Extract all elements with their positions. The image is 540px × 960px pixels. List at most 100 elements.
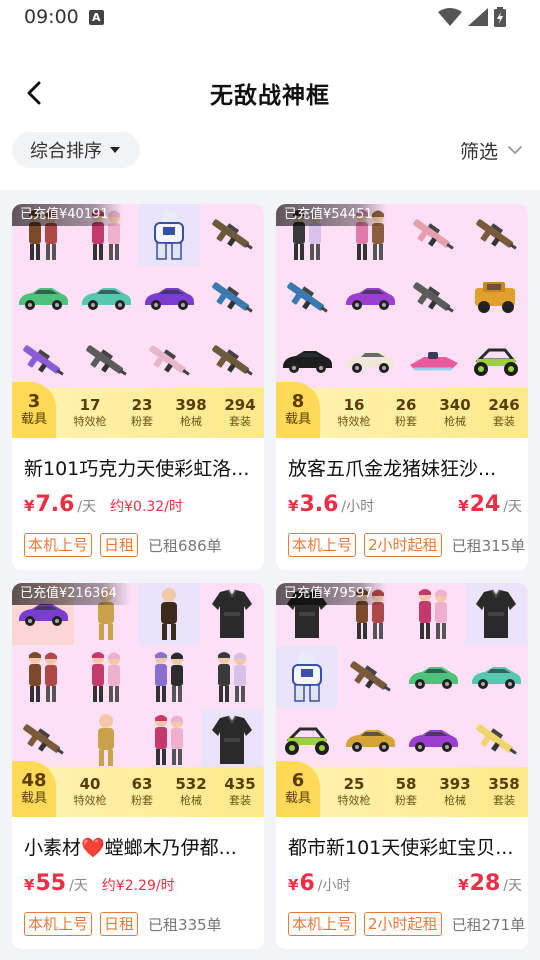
chevron-left-icon (27, 81, 41, 105)
rented-count: 已租271单 (451, 915, 526, 934)
vehicle-count-label: 载具 (20, 791, 47, 806)
rented-count: 已租335单 (148, 915, 222, 934)
inventory-thumb (465, 330, 527, 392)
inventory-thumb (276, 646, 338, 708)
rental-tag: 本机上号 (288, 533, 357, 557)
pink-outfit-count: 58 粉套 (381, 775, 431, 809)
effect-gun-count: 25 特效枪 (329, 775, 379, 809)
sports-car-icon (79, 284, 133, 312)
price-row: ¥6/小时 ¥28/天 (288, 871, 522, 901)
price-unit: /天 (77, 499, 97, 515)
card-thumbnail-grid[interactable]: 已充值¥54451 8 载具 16 特效枪 26 粉套 340 枪械 246 套装 (276, 204, 528, 438)
price-amount: 7.6 (35, 492, 75, 517)
wifi-icon (438, 8, 462, 26)
price-primary: ¥55/天 约¥2.29/时 (24, 871, 175, 896)
currency-symbol: ¥ (288, 497, 299, 515)
stat-number: 40 (79, 775, 101, 793)
character-icon (154, 586, 184, 642)
vehicle-count: 6 载具 (276, 761, 320, 817)
character-duo-icon (82, 649, 130, 705)
rented-count: 已租686单 (148, 536, 222, 555)
gun-count: 393 枪械 (430, 775, 480, 809)
effect-gun-count: 16 特效枪 (329, 396, 379, 430)
recharge-badge: 已充值¥79597 (276, 583, 387, 605)
jeep-icon (469, 280, 523, 316)
rental-tag: 2小时起租 (364, 533, 442, 557)
sports-car-icon (343, 347, 397, 375)
rental-tag: 本机上号 (24, 533, 93, 557)
inventory-thumb (138, 709, 200, 771)
listing-title[interactable]: 新101巧克力天使彩虹洛... (24, 454, 258, 481)
stat-label: 粉套 (395, 794, 417, 807)
rifle-icon (207, 278, 257, 318)
listing-card[interactable]: 已充值¥54451 8 载具 16 特效枪 26 粉套 340 枪械 246 套装 放客五爪金龙猪妹狂… (276, 204, 528, 570)
hourly-estimate: 约¥2.29/时 (101, 878, 175, 894)
vehicle-count-number: 3 (27, 391, 41, 412)
stat-label: 粉套 (395, 415, 417, 428)
price-amount: 6 (299, 871, 315, 896)
currency-symbol: ¥ (24, 876, 35, 894)
sort-dropdown[interactable]: 综合排序 (12, 132, 140, 168)
sports-car-icon (406, 726, 460, 754)
inventory-thumb (201, 330, 263, 392)
stat-number: 26 (395, 396, 417, 414)
inventory-thumb (465, 267, 527, 329)
price-primary: ¥6/小时 (288, 871, 350, 896)
listing-card[interactable]: 已充值¥40191 3 载具 17 特效枪 23 粉套 398 枪械 294 套装 新101巧克力天使… (12, 204, 264, 570)
outfit-count: 246 套装 (479, 396, 528, 430)
price-row: ¥55/天 约¥2.29/时 (24, 871, 258, 901)
stat-number: 63 (131, 775, 153, 793)
stat-number: 294 (224, 396, 256, 414)
rifle-icon (144, 341, 194, 381)
effect-gun-count: 40 特效枪 (65, 775, 115, 809)
inventory-stats-bar: 48 载具 40 特效枪 63 粉套 532 枪械 435 套装 (12, 761, 264, 817)
jet-ski-icon (406, 347, 460, 375)
price-unit: /小时 (317, 878, 351, 894)
vehicle-count-label: 载具 (284, 412, 311, 427)
vehicle-count: 3 载具 (12, 382, 56, 438)
outfit-icon (210, 588, 254, 640)
rental-tag: 本机上号 (24, 912, 93, 936)
inventory-thumb (138, 267, 200, 329)
inventory-thumb (276, 267, 338, 329)
card-thumbnail-grid[interactable]: 已充值¥79597 6 载具 25 特效枪 58 粉套 393 枪械 358 套装 (276, 583, 528, 817)
character-duo-icon (409, 586, 457, 642)
sports-car-icon (280, 347, 334, 375)
listing-card[interactable]: 已充值¥79597 6 载具 25 特效枪 58 粉套 393 枪械 358 套装 都市新101天使彩… (276, 583, 528, 949)
stat-number: 58 (395, 775, 417, 793)
inventory-thumb (402, 709, 464, 771)
filter-button[interactable]: 筛选 (460, 132, 522, 168)
sports-car-icon (16, 284, 70, 312)
back-button[interactable] (18, 76, 50, 110)
outfit-icon (474, 588, 518, 640)
inventory-stats-bar: 8 载具 16 特效枪 26 粉套 340 枪械 246 套装 (276, 382, 528, 438)
listing-title[interactable]: 都市新101天使彩虹宝贝... (288, 833, 522, 860)
signal-icon (468, 8, 488, 26)
listing-card[interactable]: 已充值¥216364 48 载具 40 特效枪 63 粉套 532 枪械 435 套装 小素材❤️螳螂… (12, 583, 264, 949)
stat-label: 特效枪 (337, 415, 371, 428)
inventory-thumb (138, 204, 200, 266)
filter-label: 筛选 (459, 140, 498, 163)
price-amount: 3.6 (299, 492, 339, 517)
mecha-suit-icon (285, 651, 329, 703)
price-primary: ¥3.6/小时 (288, 492, 374, 517)
listing-title[interactable]: 放客五爪金龙猪妹狂沙... (288, 454, 522, 481)
stat-label: 枪械 (180, 415, 202, 428)
recharge-badge: 已充值¥40191 (12, 204, 123, 226)
status-icons (438, 7, 506, 27)
rifle-icon (81, 341, 131, 381)
listing-title[interactable]: 小素材❤️螳螂木乃伊都... (24, 833, 258, 860)
card-thumbnail-grid[interactable]: 已充值¥40191 3 载具 17 特效枪 23 粉套 398 枪械 294 套装 (12, 204, 264, 438)
stat-label: 特效枪 (73, 794, 107, 807)
inventory-thumb (465, 646, 527, 708)
page-title: 无敌战神框 (210, 83, 330, 109)
rental-tag: 2小时起租 (364, 912, 442, 936)
status-time: 09:00 (24, 6, 79, 28)
card-thumbnail-grid[interactable]: 已充值¥216364 48 载具 40 特效枪 63 粉套 532 枪械 435 套装 (12, 583, 264, 817)
inventory-thumb (138, 330, 200, 392)
character-duo-icon (145, 649, 193, 705)
vehicle-count-number: 8 (291, 391, 305, 412)
stat-number: 16 (343, 396, 365, 414)
rifle-icon (282, 278, 332, 318)
stat-number: 393 (439, 775, 471, 793)
